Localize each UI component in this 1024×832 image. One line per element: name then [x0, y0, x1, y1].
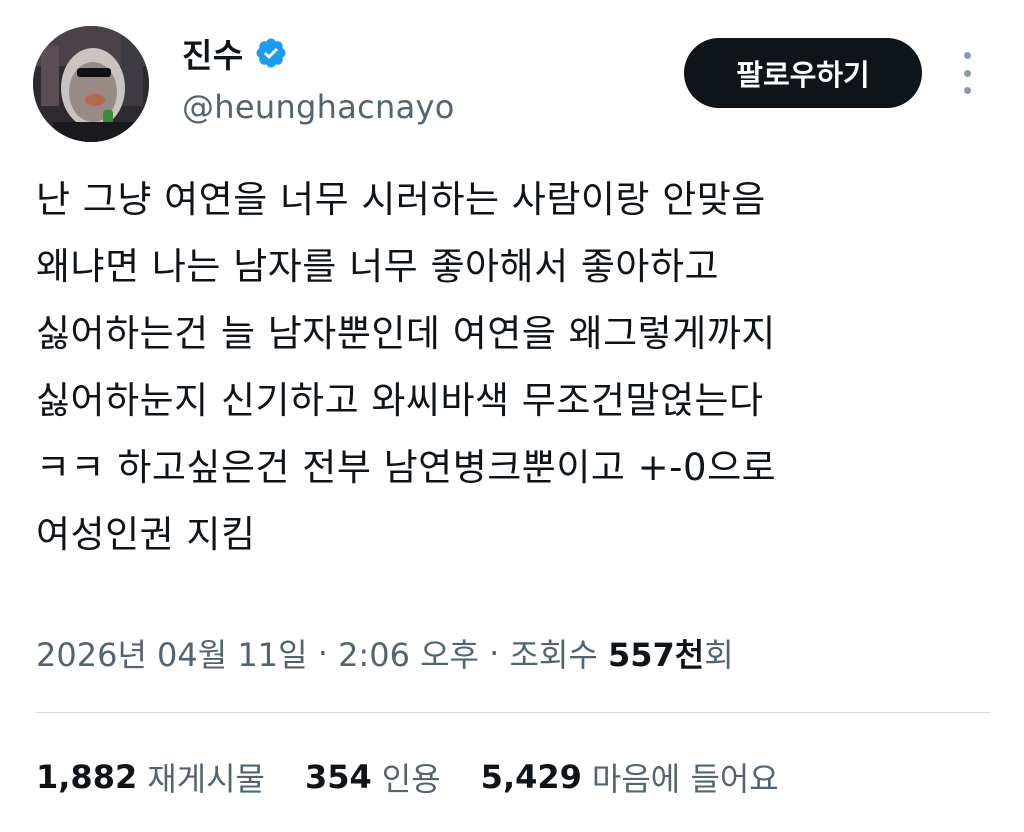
views-count: 557천: [608, 636, 705, 674]
tweet-line: ㅋㅋ 하고싶은건 전부 남연병크뿐이고 +-0으로: [36, 446, 777, 489]
tweet-date[interactable]: 2026년 04월 11일: [36, 630, 308, 676]
tweet-line: 싫어하눈지 신기하고 와씨바색 무조건말얹는다: [36, 379, 764, 422]
tweet-line: 왜냐면 나는 남자를 너무 좋아해서 좋아하고: [36, 245, 720, 288]
tweet-header: 진수 @heunghacnayo 팔로우하기: [0, 0, 1024, 150]
quotes-count: 354: [304, 758, 372, 796]
tweet-time[interactable]: 2:06 오후: [338, 630, 479, 676]
user-handle[interactable]: @heunghacnayo: [182, 88, 455, 126]
user-name-block: 진수 @heunghacnayo: [182, 30, 455, 126]
views-label: 조회수: [509, 636, 608, 674]
quotes-label: 인용: [381, 760, 441, 798]
meta-separator: ·: [478, 634, 510, 672]
more-dot: [963, 87, 971, 94]
display-name-row: 진수: [182, 30, 455, 76]
tweet-line: 여성인권 지킴: [36, 513, 256, 556]
more-vertical-icon[interactable]: [950, 52, 984, 94]
meta-separator: ·: [307, 634, 339, 672]
likes-label: 마음에 들어요: [591, 760, 779, 798]
verified-badge-icon: [254, 36, 288, 70]
more-dot: [963, 52, 971, 59]
more-dot: [963, 69, 971, 77]
retweets-label: 재게시물: [147, 760, 265, 798]
views-suffix: 회: [704, 636, 734, 674]
likes-stat[interactable]: 5,429 마음에 들어요: [481, 754, 779, 800]
tweet-line: 난 그냥 여연을 너무 시러하는 사람이랑 안맞음: [36, 178, 766, 221]
retweets-stat[interactable]: 1,882 재게시물: [36, 754, 265, 800]
avatar[interactable]: [33, 26, 149, 142]
tweet-meta: 2026년 04월 11일 · 2:06 오후 · 조회수 557천 회: [36, 628, 734, 678]
follow-button[interactable]: 팔로우하기: [684, 38, 922, 108]
likes-count: 5,429: [480, 758, 582, 796]
retweets-count: 1,882: [36, 758, 138, 796]
tweet-text: 난 그냥 여연을 너무 시러하는 사람이랑 안맞음 왜냐면 나는 남자를 너무 …: [36, 166, 996, 568]
divider: [36, 712, 990, 713]
tweet-stats: 1,882 재게시물 354 인용 5,429 마음에 들어요: [36, 750, 819, 804]
quotes-stat[interactable]: 354 인용: [305, 754, 441, 800]
display-name[interactable]: 진수: [182, 29, 244, 77]
tweet-line: 싫어하는건 늘 남자뿐인데 여연을 왜그렇게까지: [36, 312, 776, 355]
